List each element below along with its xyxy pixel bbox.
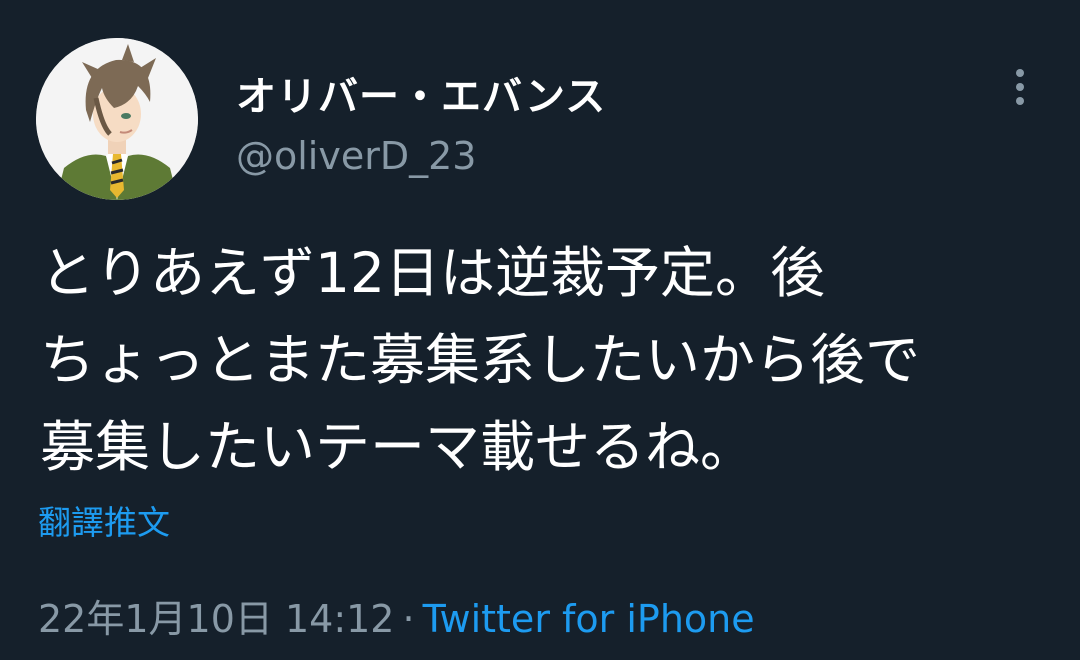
more-vertical-icon	[1016, 69, 1024, 105]
avatar-illustration	[36, 38, 198, 200]
tweet-source-link[interactable]: Twitter for iPhone	[423, 597, 755, 641]
more-options-button[interactable]	[1004, 64, 1036, 110]
user-handle[interactable]: @oliverD_23	[236, 134, 476, 178]
tweet-detail: オリバー・エバンス @oliverD_23 とりあえず12日は逆裁予定。後 ちょ…	[0, 0, 1080, 660]
tweet-text-line: とりあえず12日は逆裁予定。後	[40, 241, 825, 305]
tweet-text-line: 募集したいテーマ載せるね。	[40, 415, 756, 479]
tweet-meta: 22年1月10日 14:12 · Twitter for iPhone	[38, 588, 755, 643]
translate-tweet-link[interactable]: 翻譯推文	[38, 496, 170, 544]
tweet-timestamp[interactable]: 22年1月10日 14:12	[38, 597, 394, 641]
tweet-text-line: ちょっとまた募集系したいから後で	[40, 328, 921, 392]
avatar[interactable]	[36, 38, 198, 200]
tweet-text: とりあえず12日は逆裁予定。後 ちょっとまた募集系したいから後で 募集したいテー…	[40, 230, 1050, 491]
meta-separator: ·	[402, 597, 415, 641]
display-name[interactable]: オリバー・エバンス	[236, 64, 606, 122]
